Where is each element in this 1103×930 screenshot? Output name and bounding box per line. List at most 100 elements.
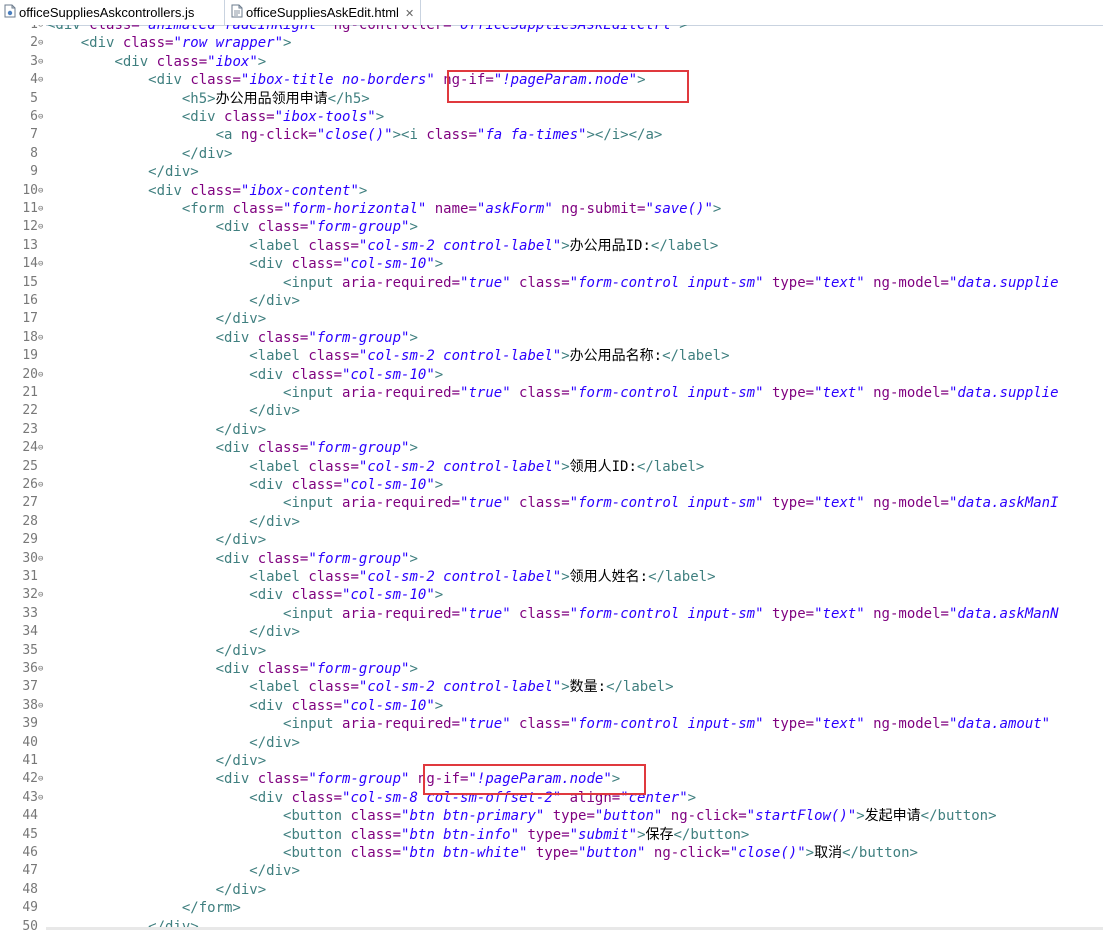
code-token: "close()": [729, 845, 806, 861]
code-token: "form-group": [308, 219, 410, 236]
code-token: <div: [215, 661, 258, 677]
code-line[interactable]: 30 ⊖ <div class="form-group">: [0, 550, 1103, 568]
code-line[interactable]: 15 <input aria-required="true" class="fo…: [0, 274, 1103, 292]
code-line[interactable]: 29 </div>: [0, 531, 1103, 549]
line-number: 15: [22, 274, 38, 290]
code-text: <div class="col-sm-10">: [47, 697, 443, 715]
code-line[interactable]: 25 <label class="col-sm-2 control-label"…: [0, 458, 1103, 476]
code-line[interactable]: 18 ⊖ <div class="form-group">: [0, 329, 1103, 347]
code-line[interactable]: 46 <button class="btn btn-white" type="b…: [0, 844, 1103, 862]
code-line[interactable]: 48 </div>: [0, 881, 1103, 899]
code-token: aria-required=: [342, 385, 461, 401]
line-number: 1: [0, 25, 38, 34]
code-line[interactable]: 36 ⊖ <div class="form-group">: [0, 660, 1103, 678]
fold-toggle-icon[interactable]: ⊖: [38, 34, 46, 52]
code-line[interactable]: 35 </div>: [0, 642, 1103, 660]
code-token: "save()": [645, 201, 713, 217]
code-line[interactable]: 45 <button class="btn btn-info" type="su…: [0, 826, 1103, 844]
fold-toggle-icon[interactable]: ⊖: [38, 660, 46, 678]
fold-toggle-icon[interactable]: ⊖: [38, 476, 46, 494]
code-line[interactable]: 7 <a ng-click="close()"><i class="fa fa-…: [0, 126, 1103, 144]
code-line[interactable]: 47 </div>: [0, 862, 1103, 880]
code-line[interactable]: 14 ⊖ <div class="col-sm-10">: [0, 255, 1103, 273]
code-line[interactable]: 31 <label class="col-sm-2 control-label"…: [0, 568, 1103, 586]
code-line[interactable]: 3 ⊖ <div class="ibox">: [0, 53, 1103, 71]
fold-toggle-icon[interactable]: ⊖: [38, 71, 46, 89]
code-line[interactable]: 40 </div>: [0, 734, 1103, 752]
code-line[interactable]: 6 ⊖ <div class="ibox-tools">: [0, 108, 1103, 126]
code-line[interactable]: 16 </div>: [0, 292, 1103, 310]
fold-toggle-icon[interactable]: ⊖: [38, 255, 46, 273]
code-line[interactable]: 32 ⊖ <div class="col-sm-10">: [0, 586, 1103, 604]
fold-toggle-icon[interactable]: ⊖: [38, 366, 46, 384]
code-line[interactable]: 38 ⊖ <div class="col-sm-10">: [0, 697, 1103, 715]
code-line[interactable]: 13 <label class="col-sm-2 control-label"…: [0, 237, 1103, 255]
code-line[interactable]: 37 <label class="col-sm-2 control-label"…: [0, 678, 1103, 696]
code-text: <label class="col-sm-2 control-label">数量…: [47, 678, 673, 696]
code-text: <div class="col-sm-10">: [47, 476, 443, 494]
code-token: class=: [308, 348, 359, 365]
code-line[interactable]: 11 ⊖ <form class="form-horizontal" name="…: [0, 200, 1103, 218]
code-line[interactable]: 26 ⊖ <div class="col-sm-10">: [0, 476, 1103, 494]
code-line[interactable]: 10 ⊖ <div class="ibox-content">: [0, 182, 1103, 200]
close-icon[interactable]: ✕: [405, 2, 414, 27]
line-number: 6: [30, 109, 38, 124]
code-line[interactable]: 12 ⊖ <div class="form-group">: [0, 218, 1103, 236]
code-token: </label>: [648, 569, 716, 585]
fold-toggle-icon[interactable]: ⊖: [38, 770, 46, 788]
code-token: "text": [814, 605, 865, 622]
code-line[interactable]: 33 <input aria-required="true" class="fo…: [0, 605, 1103, 623]
code-line[interactable]: 2 ⊖ <div class="row wrapper">: [0, 34, 1103, 52]
fold-toggle-icon[interactable]: ⊖: [38, 329, 46, 347]
code-line[interactable]: 28 </div>: [0, 513, 1103, 531]
code-line[interactable]: 24 ⊖ <div class="form-group">: [0, 439, 1103, 457]
code-line[interactable]: 9 </div>: [0, 163, 1103, 181]
code-token: </div>: [249, 513, 300, 530]
fold-toggle-icon[interactable]: ⊖: [38, 218, 46, 236]
code-token: class=: [257, 550, 309, 567]
fold-toggle-icon[interactable]: ⊖: [38, 182, 46, 200]
fold-toggle-icon[interactable]: ⊖: [38, 789, 46, 807]
code-line[interactable]: 19 <label class="col-sm-2 control-label"…: [0, 347, 1103, 365]
fold-toggle-icon[interactable]: ⊖: [38, 25, 46, 34]
code-text: <a ng-click="close()"><i class="fa fa-ti…: [47, 126, 663, 144]
code-token: 发起申请: [864, 808, 921, 825]
fold-toggle-icon[interactable]: ⊖: [38, 586, 46, 604]
code-line[interactable]: 34 </div>: [0, 623, 1103, 641]
code-line[interactable]: 39 <input aria-required="true" class="fo…: [0, 715, 1103, 733]
code-line[interactable]: 20 ⊖ <div class="col-sm-10">: [0, 366, 1103, 384]
code-line[interactable]: 23 </div>: [0, 421, 1103, 439]
code-line[interactable]: 1⊖<div class="animated fadeInRight" ng-c…: [0, 25, 1103, 34]
code-token: <h5>: [181, 90, 216, 107]
fold-toggle-icon[interactable]: ⊖: [38, 53, 46, 71]
html-file-icon: [231, 1, 243, 26]
code-token: "button": [578, 845, 646, 861]
code-text: <div class="form-group">: [47, 660, 418, 678]
code-editor[interactable]: 1⊖<div class="animated fadeInRight" ng-c…: [0, 25, 1103, 930]
code-token: >: [434, 477, 444, 493]
code-line[interactable]: 44 <button class="btn btn-primary" type=…: [0, 807, 1103, 825]
code-text: <div class="row wrapper">: [47, 34, 292, 52]
code-line[interactable]: 49 </form>: [0, 899, 1103, 917]
line-number: 12: [22, 219, 38, 235]
editor-tab-bar: officeSuppliesAskcontrollers.js officeSu…: [0, 0, 1103, 26]
fold-toggle-icon[interactable]: ⊖: [38, 200, 46, 218]
fold-toggle-icon[interactable]: ⊖: [38, 697, 46, 715]
code-line[interactable]: 21 <input aria-required="true" class="fo…: [0, 384, 1103, 402]
tab-controllers-js[interactable]: officeSuppliesAskcontrollers.js: [4, 0, 194, 25]
code-line[interactable]: 17 </div>: [0, 310, 1103, 328]
fold-toggle-icon[interactable]: ⊖: [38, 550, 46, 568]
tab-askedit-html[interactable]: officeSuppliesAskEdit.html ✕: [224, 0, 422, 27]
code-line[interactable]: 8 </div>: [0, 145, 1103, 163]
code-line[interactable]: 22 </div>: [0, 402, 1103, 420]
fold-toggle-icon[interactable]: ⊖: [38, 439, 46, 457]
code-token: </form>: [181, 900, 241, 917]
fold-toggle-icon[interactable]: ⊖: [38, 108, 46, 126]
code-line[interactable]: 27 <input aria-required="true" class="fo…: [0, 494, 1103, 512]
code-token: >: [409, 219, 418, 236]
line-number: 20: [22, 366, 38, 382]
